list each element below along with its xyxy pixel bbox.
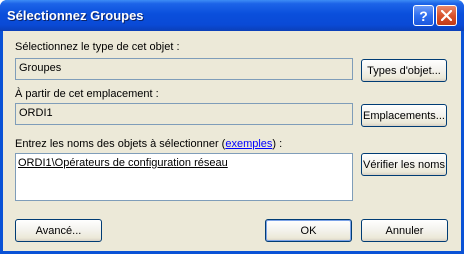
cancel-button[interactable]: Annuler: [361, 219, 448, 242]
dialog-window: Sélectionnez Groupes ? Sélectionnez le t…: [0, 0, 464, 254]
title-bar[interactable]: Sélectionnez Groupes ?: [0, 0, 464, 31]
ok-button[interactable]: OK: [265, 219, 352, 242]
close-icon: [441, 10, 452, 21]
close-button[interactable]: [436, 5, 457, 26]
examples-link[interactable]: exemples: [225, 138, 272, 150]
object-type-field: Groupes: [15, 58, 353, 80]
window-title: Sélectionnez Groupes: [7, 8, 144, 23]
check-names-button[interactable]: Vérifier les noms: [361, 153, 447, 176]
object-name-entry: ORDI1\Opérateurs de configuration réseau: [18, 157, 228, 169]
dialog-body: Sélectionnez le type de cet objet : Grou…: [3, 31, 461, 251]
locations-button[interactable]: Emplacements...: [361, 104, 447, 127]
advanced-button[interactable]: Avancé...: [15, 219, 102, 242]
names-label-suffix: ) :: [272, 138, 283, 150]
location-field: ORDI1: [15, 103, 353, 125]
object-names-input[interactable]: ORDI1\Opérateurs de configuration réseau: [15, 153, 353, 201]
help-button[interactable]: ?: [413, 5, 434, 26]
names-label-prefix: Entrez les noms des objets à sélectionne…: [15, 138, 226, 150]
location-label: À partir de cet emplacement :: [15, 88, 159, 100]
help-icon: ?: [419, 7, 428, 24]
names-label: Entrez les noms des objets à sélectionne…: [15, 138, 282, 150]
object-type-label: Sélectionnez le type de cet objet :: [15, 41, 180, 53]
object-types-button[interactable]: Types d'objet...: [361, 59, 447, 82]
